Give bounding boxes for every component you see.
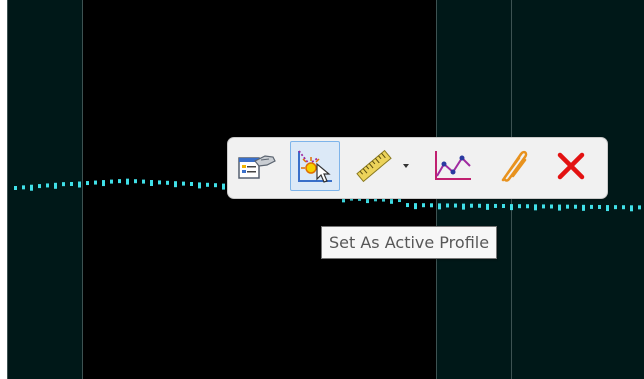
- profile-dot: [166, 180, 169, 185]
- profile-dot: [558, 204, 561, 211]
- profile-dot: [134, 179, 137, 184]
- profile-dot: [622, 205, 625, 210]
- attach-button[interactable]: [486, 141, 536, 191]
- profile-dot: [534, 204, 537, 211]
- profile-dot: [414, 203, 417, 210]
- profile-dot: [70, 182, 73, 186]
- profile-dot: [470, 203, 473, 208]
- profile-dot: [478, 203, 481, 208]
- profile-dot: [94, 180, 97, 185]
- profile-dot: [142, 179, 145, 184]
- profile-dot: [158, 180, 161, 185]
- paperclip-icon: [491, 146, 531, 186]
- profile-graph-button[interactable]: [428, 141, 478, 191]
- profile-dot: [206, 182, 209, 187]
- active-profile-icon: [294, 146, 336, 186]
- profile-dot: [110, 179, 113, 184]
- profile-dot: [606, 205, 609, 212]
- profile-dot: [582, 204, 585, 211]
- profile-properties-button[interactable]: [231, 141, 281, 191]
- profile-dot: [222, 183, 225, 190]
- profile-dot: [486, 203, 489, 210]
- profile-dot: [54, 182, 57, 189]
- profile-dot: [86, 181, 89, 186]
- delete-button[interactable]: [546, 141, 596, 191]
- profile-dot: [590, 204, 593, 209]
- measure-dropdown-button[interactable]: [350, 141, 414, 191]
- profile-dot: [526, 204, 529, 209]
- profile-dot: [550, 204, 553, 209]
- set-as-active-profile-button[interactable]: [290, 141, 340, 191]
- profile-dot: [174, 181, 177, 188]
- profile-dot: [446, 203, 449, 208]
- profile-dot: [150, 180, 153, 186]
- profile-dot: [430, 203, 433, 208]
- profile-dot: [422, 203, 425, 208]
- profile-dot: [462, 203, 465, 210]
- red-x-icon: [555, 150, 587, 182]
- profile-graph-icon: [431, 148, 475, 184]
- profile-dot: [502, 204, 505, 209]
- profile-context-toolbar: [227, 137, 608, 199]
- ruler-icon: [354, 146, 402, 186]
- profile-dot: [118, 179, 121, 184]
- profile-dot: [614, 205, 617, 210]
- profile-dot: [22, 185, 25, 190]
- profile-dot: [406, 203, 409, 208]
- profile-dot: [454, 203, 457, 208]
- profile-dot: [182, 181, 185, 186]
- profile-dot: [78, 181, 81, 188]
- profile-dot: [566, 204, 569, 209]
- profile-dot: [438, 203, 441, 210]
- profile-dot: [542, 204, 545, 209]
- profile-dot: [126, 178, 129, 185]
- profile-dot: [30, 184, 33, 191]
- profile-dot: [510, 204, 513, 211]
- profile-dot: [598, 204, 601, 209]
- profile-dot: [630, 205, 633, 212]
- profile-dot: [518, 204, 521, 209]
- hand-properties-icon: [235, 148, 277, 184]
- profile-dot: [190, 182, 193, 186]
- profile-dot: [46, 183, 49, 188]
- profile-dot: [62, 182, 65, 187]
- chevron-down-icon: [402, 162, 410, 170]
- profile-dot: [574, 204, 577, 209]
- profile-dot: [214, 183, 217, 188]
- profile-dot: [638, 205, 641, 210]
- profile-dot: [102, 180, 105, 187]
- profile-dot: [494, 203, 497, 208]
- profile-dot: [198, 182, 201, 189]
- profile-dot: [38, 184, 41, 189]
- tooltip: Set As Active Profile: [321, 226, 498, 259]
- profile-dot: [14, 186, 17, 190]
